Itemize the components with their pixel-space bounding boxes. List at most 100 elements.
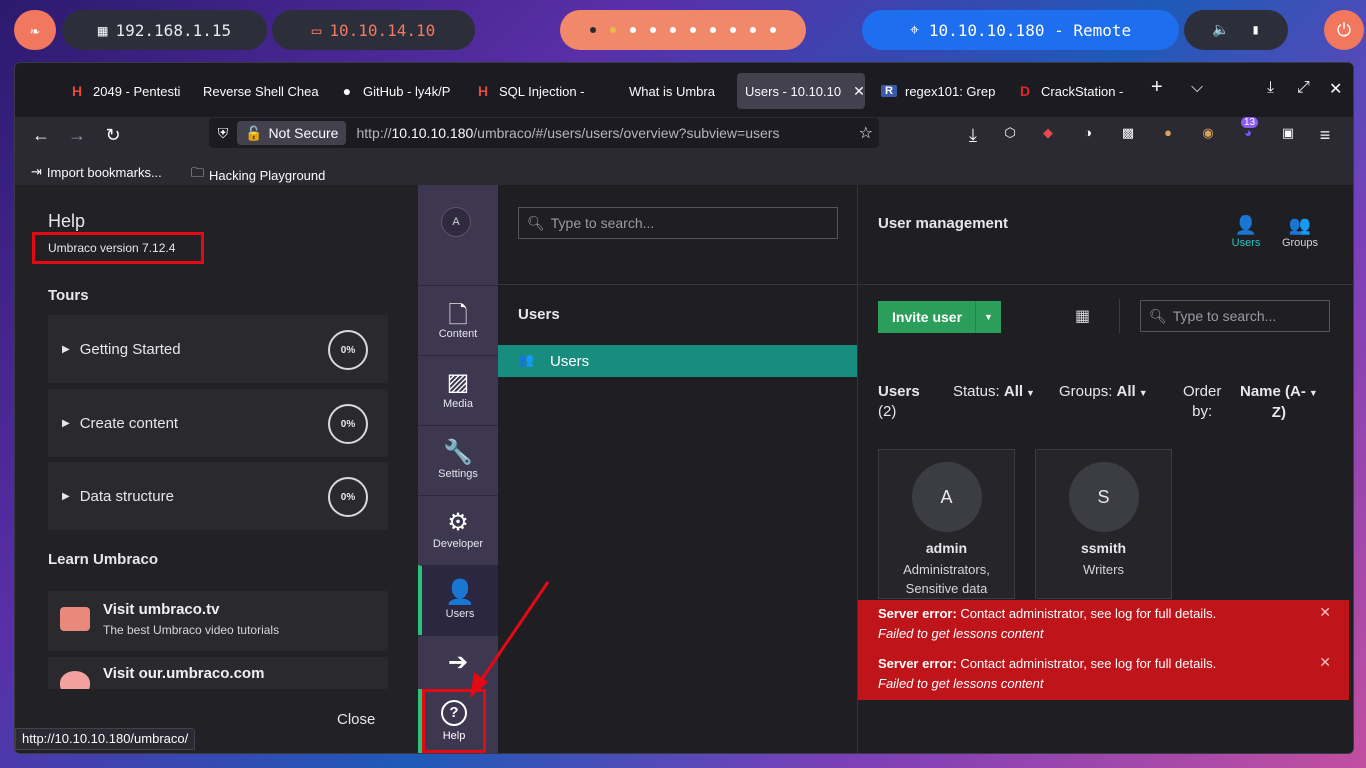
tab-github[interactable]: ● GitHub - ly4k/P xyxy=(331,73,459,109)
tree-item-users[interactable]: 👥 Users xyxy=(498,345,857,377)
tab-sql-injection[interactable]: H SQL Injection - xyxy=(467,73,595,109)
back-icon[interactable]: ← xyxy=(29,125,53,146)
bookmarks-toolbar: ⇥ Import bookmarks... 🗀 Hacking Playgrou… xyxy=(15,159,1353,185)
help-button[interactable]: ? Help xyxy=(422,689,486,753)
menu-icon[interactable]: ≡ xyxy=(1313,125,1337,146)
users-group-icon: 👥 xyxy=(518,352,535,367)
extensions-icon[interactable]: ⬡ xyxy=(999,125,1021,145)
tab-reverse-shell[interactable]: Reverse Shell Chea xyxy=(195,73,325,109)
user-search-input[interactable]: 🔍︎ Type to search... xyxy=(1140,300,1330,332)
download-icon[interactable]: ⤓ xyxy=(1267,79,1274,97)
bookmark-folder-hacking[interactable]: 🗀 Hacking Playground xyxy=(191,164,325,186)
extension-icon[interactable]: ▣ xyxy=(1277,125,1299,145)
tree-search-input[interactable]: 🔍︎ Type to search... xyxy=(518,207,838,239)
vpn-ip-text: 10.10.14.10 xyxy=(329,20,436,40)
user-card-ssmith[interactable]: S ssmith Writers xyxy=(1035,449,1172,599)
import-icon: ⇥ xyxy=(31,164,42,179)
workspace-6[interactable] xyxy=(690,27,696,33)
caret-down-icon[interactable]: ▼ xyxy=(975,301,1001,333)
section-media[interactable]: ▨ Media xyxy=(418,355,498,425)
page-title: User management xyxy=(878,215,1009,232)
tour-create-content[interactable]: ▶ Create content 0% xyxy=(48,389,388,457)
workspace-7[interactable] xyxy=(710,27,716,33)
url-text[interactable]: http://10.10.10.180/umbraco/#/users/user… xyxy=(356,125,779,141)
close-icon[interactable]: ✕ xyxy=(1319,604,1331,621)
section-developer[interactable]: ⚙ Developer xyxy=(418,495,498,565)
tab-users-active[interactable]: Users - 10.10.10 ✕ xyxy=(737,73,865,109)
volume-icon[interactable]: 🔈 xyxy=(1212,22,1229,38)
grid-view-icon[interactable]: ▦ xyxy=(1075,306,1090,326)
groups-filter[interactable]: Groups: All ▼ xyxy=(1059,382,1148,403)
workspace-10[interactable] xyxy=(770,27,776,33)
foxyproxy-icon[interactable]: ◑ xyxy=(1077,125,1099,145)
tab-groups[interactable]: 👥 Groups xyxy=(1270,215,1330,249)
reload-icon[interactable]: ↻ xyxy=(101,125,125,146)
tab-regex101[interactable]: R regex101: Grep xyxy=(873,73,1001,109)
status-filter[interactable]: Status: All ▼ xyxy=(953,382,1035,403)
tab-users[interactable]: 👤 Users xyxy=(1216,215,1276,249)
tab-what-is-umbraco[interactable]: What is Umbra xyxy=(603,73,733,109)
wappalyzer-icon[interactable]: ◕ xyxy=(1237,125,1259,145)
user-management-panel: User management 👤 Users 👥 Groups Invite … xyxy=(858,185,1353,753)
user-card-admin[interactable]: A admin Administrators, Sensitive data xyxy=(878,449,1015,599)
power-icon[interactable]: ⏻ xyxy=(1324,10,1364,50)
downloads-icon[interactable]: ⤓ xyxy=(961,125,985,146)
address-bar[interactable]: ⛨ 🔓 Not Secure http://10.10.10.180/umbra… xyxy=(209,118,879,148)
maximize-icon[interactable]: ⤢ xyxy=(1297,79,1310,97)
tour-data-structure[interactable]: ▶ Data structure 0% xyxy=(48,462,388,530)
order-by-select[interactable]: Name (A- ▼ Z) xyxy=(1240,382,1318,423)
cookie-editor-icon[interactable]: ◉ xyxy=(1197,125,1219,145)
system-tray[interactable]: 🔈 ▮ xyxy=(1184,10,1288,50)
cookie-icon[interactable]: ● xyxy=(1157,125,1179,145)
workspace-3[interactable] xyxy=(630,27,636,33)
error-notification: Server error: Contact administrator, see… xyxy=(878,656,1217,691)
hacktricks-icon: H xyxy=(477,83,489,99)
workspace-9[interactable] xyxy=(750,27,756,33)
qr-code-icon[interactable]: ▩ xyxy=(1117,125,1139,145)
caret-right-icon: ▶ xyxy=(62,343,70,355)
close-button[interactable]: Close xyxy=(337,711,375,728)
forward-icon[interactable]: → xyxy=(65,125,89,146)
workspace-4[interactable] xyxy=(650,27,656,33)
close-window-icon[interactable]: ✕ xyxy=(1329,79,1342,99)
section-settings[interactable]: 🔧 Settings xyxy=(418,425,498,495)
hacktricks-icon: H xyxy=(71,83,83,99)
close-tab-icon[interactable]: ✕ xyxy=(853,83,865,100)
order-by-label: Order by: xyxy=(1183,383,1222,420)
ublock-icon[interactable]: ◆ xyxy=(1037,125,1059,145)
user-name: admin xyxy=(925,540,968,556)
tour-progress: 0% xyxy=(328,477,368,517)
section-users[interactable]: 👤 Users xyxy=(418,565,498,635)
workspace-8[interactable] xyxy=(730,27,736,33)
tour-progress: 0% xyxy=(328,404,368,444)
workspace-switcher[interactable] xyxy=(560,10,806,50)
not-secure-indicator[interactable]: 🔓 Not Secure xyxy=(237,121,347,145)
new-tab-icon[interactable]: + xyxy=(1151,76,1163,99)
close-icon[interactable]: ✕ xyxy=(1319,654,1331,671)
battery-icon[interactable]: ▮ xyxy=(1252,22,1260,38)
learn-umbraco-tv[interactable]: Visit umbraco.tv The best Umbraco video … xyxy=(48,591,388,651)
workspace-5[interactable] xyxy=(670,27,676,33)
workspace-2[interactable] xyxy=(610,27,616,33)
invite-user-button[interactable]: Invite user ▼ xyxy=(878,301,1001,333)
learn-our-umbraco[interactable]: Visit our.umbraco.com xyxy=(48,657,388,689)
caret-right-icon: ▶ xyxy=(62,490,70,502)
kali-menu-icon[interactable]: ❧ xyxy=(14,10,56,50)
shield-icon[interactable]: ⛨ xyxy=(209,125,237,142)
tour-getting-started[interactable]: ▶ Getting Started 0% xyxy=(48,315,388,383)
caret-down-icon: ▼ xyxy=(1308,388,1318,398)
tab-hacktricks-2049[interactable]: H 2049 - Pentesti xyxy=(61,73,189,109)
error-notification: Server error: Contact administrator, see… xyxy=(878,606,1217,641)
bookmark-star-icon[interactable]: ☆ xyxy=(859,123,873,143)
tab-bar: H 2049 - Pentesti Reverse Shell Chea ● G… xyxy=(15,63,1353,117)
section-content[interactable]: 🗋 Content xyxy=(418,285,498,355)
tab-crackstation[interactable]: D CrackStation - xyxy=(1009,73,1137,109)
list-tabs-icon[interactable]: ⌵ xyxy=(1191,79,1203,97)
help-title: Help xyxy=(48,211,86,231)
user-avatar[interactable]: A xyxy=(441,207,471,237)
avatar: A xyxy=(911,462,982,532)
avatar: S xyxy=(1068,462,1139,532)
divider xyxy=(1119,299,1120,333)
workspace-1[interactable] xyxy=(590,27,596,33)
bookmark-import[interactable]: ⇥ Import bookmarks... xyxy=(31,164,162,180)
